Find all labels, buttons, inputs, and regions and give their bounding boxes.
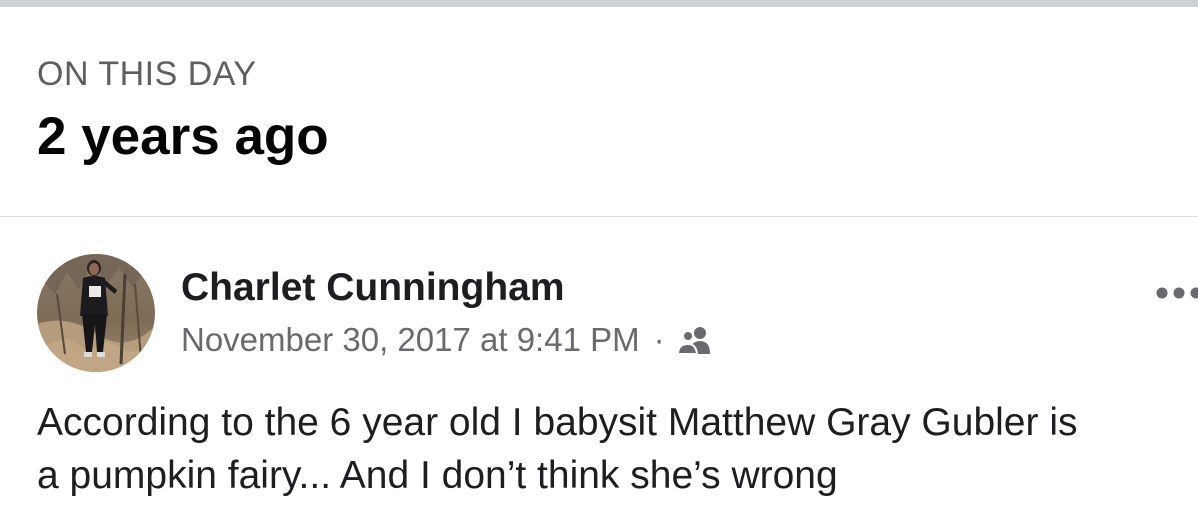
memory-headline: 2 years ago bbox=[37, 107, 329, 166]
more-options-icon bbox=[1156, 287, 1198, 299]
post-meta: November 30, 2017 at 9:41 PM · bbox=[181, 318, 713, 362]
meta-separator: · bbox=[653, 321, 665, 358]
post-text: According to the 6 year old I babysit Ma… bbox=[37, 401, 1078, 497]
avatar[interactable] bbox=[37, 254, 155, 372]
top-bar bbox=[0, 0, 1198, 7]
section-divider bbox=[0, 216, 1198, 217]
memory-header: ON THIS DAY 2 years ago bbox=[37, 52, 329, 166]
more-options-button[interactable] bbox=[1152, 278, 1198, 308]
post-timestamp[interactable]: November 30, 2017 at 9:41 PM bbox=[181, 321, 640, 359]
friends-icon[interactable] bbox=[676, 325, 713, 355]
memory-eyebrow: ON THIS DAY bbox=[37, 55, 257, 93]
avatar-photo bbox=[37, 254, 155, 372]
author-name[interactable]: Charlet Cunningham bbox=[181, 264, 565, 312]
